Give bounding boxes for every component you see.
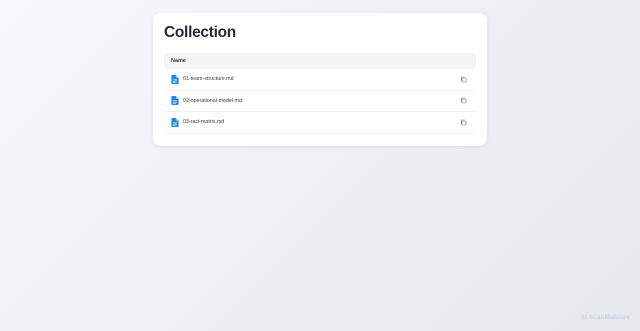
table-header: Name [164, 53, 476, 69]
table-row[interactable]: 01-team-structure.md [164, 69, 476, 91]
table-row[interactable]: 03-raci-matrix.md [164, 112, 476, 134]
scanmalware-logo-icon [581, 314, 587, 320]
file-name[interactable]: 02-operational-model.md [183, 98, 460, 104]
collection-card: Collection Name 01-team-structure.md 02-… [153, 13, 487, 146]
file-name[interactable]: 01-team-structure.md [183, 76, 460, 82]
document-icon [171, 74, 179, 84]
copy-icon[interactable] [460, 97, 467, 104]
copy-icon[interactable] [460, 119, 467, 126]
copy-icon[interactable] [460, 76, 467, 83]
watermark: ScanMalware [580, 313, 630, 321]
column-header-name: Name [171, 58, 186, 64]
table-row[interactable]: 02-operational-model.md [164, 91, 476, 112]
file-name[interactable]: 03-raci-matrix.md [183, 119, 460, 125]
document-icon [171, 96, 179, 106]
file-table: Name 01-team-structure.md 02-operational… [164, 53, 476, 134]
page-title: Collection [164, 24, 236, 41]
document-icon [171, 117, 179, 127]
watermark-text: ScanMalware [588, 313, 630, 321]
